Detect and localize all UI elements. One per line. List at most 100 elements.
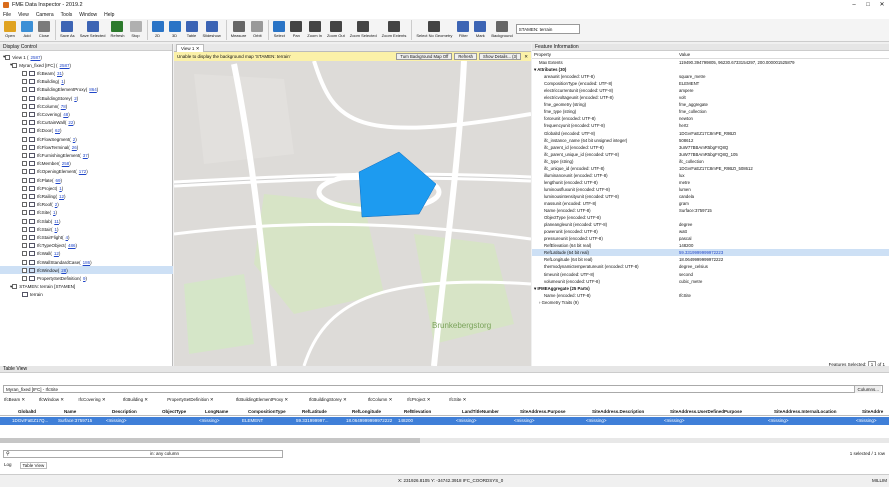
tree-item-ifcstairflight[interactable]: IfcStairFlight (4) <box>0 233 173 241</box>
feature-property-row[interactable]: luminousfluxunit (encoded: UTF-8) lumen <box>532 186 889 193</box>
column-header[interactable]: CompositionType <box>248 407 286 416</box>
close-tab-icon[interactable]: ✕ <box>283 397 288 402</box>
feature-property-row[interactable]: massunit (encoded: UTF-8) gram <box>532 200 889 207</box>
feature-type-checkbox[interactable] <box>22 87 27 93</box>
feature-type-checkbox[interactable] <box>22 267 27 273</box>
tree-item-ifcbuildingelementproxy[interactable]: IfcBuildingElementProxy (864) <box>0 86 173 94</box>
tree-item-ifcroof[interactable]: IfcRoof (2) <box>0 201 173 209</box>
feature-count-link[interactable]: 186 <box>83 260 91 265</box>
save-as-button[interactable]: Save As <box>58 19 77 38</box>
tree-item-ifcstair[interactable]: IfcStair (1) <box>0 225 173 233</box>
close-tab-icon[interactable]: ✕ <box>426 397 431 402</box>
feature-type-checkbox[interactable] <box>22 169 27 175</box>
table-tab-propertysetdefinition[interactable]: PropertySetDefinition ✕ <box>167 396 213 404</box>
maximize-button[interactable]: □ <box>861 0 875 10</box>
close-warning-icon[interactable]: ✕ <box>524 54 528 60</box>
feature-type-checkbox[interactable] <box>22 161 27 167</box>
columns-button[interactable]: Columns... <box>854 386 881 393</box>
view-count-link[interactable]: 2587 <box>30 55 40 60</box>
menu-window[interactable]: Window <box>79 12 97 18</box>
measure-button[interactable]: Measure <box>229 19 249 38</box>
feature-property-row[interactable]: powerunit (encoded: UTF-8) watt <box>532 228 889 235</box>
feature-property-row[interactable]: RefElevation (64 bit real) 148200 <box>532 242 889 249</box>
feature-type-checkbox[interactable] <box>22 243 27 249</box>
tree-item-ifcdoor[interactable]: IfcDoor (62) <box>0 127 173 135</box>
view-checkbox[interactable] <box>5 54 11 60</box>
feature-type-checkbox[interactable] <box>22 226 27 232</box>
feature-type-checkbox[interactable] <box>22 251 27 257</box>
slideshow-button[interactable]: Slideshow <box>201 19 223 38</box>
feature-count-link[interactable]: 486 <box>68 243 76 248</box>
table-tab-ifcwindow[interactable]: IfcWindow ✕ <box>39 396 64 404</box>
feature-property-row[interactable]: luminousintensityunit (encoded: UTF-8) ca… <box>532 193 889 200</box>
menu-camera[interactable]: Camera <box>36 12 54 18</box>
feature-property-row[interactable]: planeangleunit (encoded: UTF-8) degree <box>532 221 889 228</box>
table-tab-ifcsite[interactable]: IfcSite ✕ <box>449 396 466 404</box>
feature-type-checkbox[interactable] <box>22 111 27 117</box>
column-header[interactable]: LandTitleNumber <box>462 407 499 416</box>
feature-property-row[interactable]: ifc_parent_id (encoded: UTF-8) 3uW77BBAmR… <box>532 144 889 151</box>
menu-view[interactable]: View <box>18 12 29 18</box>
map-view[interactable]: View 1 ✕ Brunkebergstorg <box>174 44 531 366</box>
tree-item-ifcwindow[interactable]: IfcWindow (28) <box>0 266 173 275</box>
tree-item-ifcslab[interactable]: IfcSlab (11) <box>0 217 173 225</box>
feature-type-checkbox[interactable] <box>22 120 27 126</box>
feature-count-link[interactable]: 864 <box>89 87 97 92</box>
status-units[interactable]: MILLIM <box>872 475 887 487</box>
close-button[interactable]: Close <box>36 19 52 38</box>
feature-type-checkbox[interactable] <box>22 210 27 216</box>
table-tab-ifccolumn[interactable]: IfcColumn ✕ <box>368 396 393 404</box>
dataset-checkbox[interactable] <box>12 62 18 68</box>
tree-item-ifcflowterminal[interactable]: IfcFlowTerminal (26) <box>0 143 173 151</box>
dataset-count-link[interactable]: 2587 <box>60 63 70 68</box>
feature-property-row[interactable]: electricvoltageunit (encoded: UTF-8) volt <box>532 94 889 101</box>
column-header[interactable]: SiteAddre <box>862 407 883 416</box>
open-button[interactable]: Open <box>2 19 18 38</box>
feature-property-row[interactable]: Name (encoded: UTF-8) Surface:3759715 <box>532 207 889 214</box>
tree-item-ifcrailing[interactable]: IfcRailing (12) <box>0 192 173 200</box>
tree-terrain[interactable]: terrain <box>0 291 173 299</box>
feature-property-row[interactable]: volumeunit (encoded: UTF-8) cubic_metre <box>532 278 889 285</box>
tree-item-ifccurtainwall[interactable]: IfcCurtainWall (22) <box>0 119 173 127</box>
column-header[interactable]: LongName <box>205 407 228 416</box>
column-header[interactable]: GlobalId <box>18 407 36 416</box>
table-scrollbar[interactable] <box>0 438 889 443</box>
tree-item-ifccovering[interactable]: IfcCovering (48) <box>0 110 173 118</box>
feature-property-row[interactable]: pressureunit (encoded: UTF-8) pascal <box>532 235 889 242</box>
feature-property-row[interactable]: fme_type (string) fme_collection <box>532 108 889 115</box>
mark-button[interactable]: Mark <box>472 19 488 38</box>
feature-property-row[interactable]: forceunit (encoded: UTF-8) newton <box>532 115 889 122</box>
zoom-in-button[interactable]: Zoom In <box>305 19 324 38</box>
tree-item-ifctypeobject[interactable]: IfcTypeObject (486) <box>0 242 173 250</box>
table-tab-ifcbuildingelementproxy[interactable]: IfcBuildingElementProxy ✕ <box>236 396 289 404</box>
menu-file[interactable]: File <box>3 12 11 18</box>
close-tab-icon[interactable]: ✕ <box>20 397 25 402</box>
tab-table-view[interactable]: Table View <box>19 462 48 469</box>
select-button[interactable]: Select <box>271 19 287 38</box>
tree-item-ifcflowsegment[interactable]: IfcFlowSegment (2) <box>0 135 173 143</box>
feature-type-checkbox[interactable] <box>22 259 27 265</box>
column-header[interactable]: Description <box>112 407 137 416</box>
column-header[interactable]: Name <box>64 407 76 416</box>
feature-property-row[interactable]: frequencyunit (encoded: UTF-8) hertz <box>532 122 889 129</box>
feature-property-row[interactable]: fme_geometry (string) fme_aggregate <box>532 101 889 108</box>
table-tab-ifcproject[interactable]: IfcProject ✕ <box>407 396 430 404</box>
background-map-combo[interactable]: STAMEN: terrain <box>515 24 580 34</box>
feature-property-row[interactable]: ▾ IFMEAggregate (25 Parts) <box>532 285 889 292</box>
tree-item-ifcbuilding[interactable]: IfcBuilding (1) <box>0 78 173 86</box>
column-header[interactable]: ObjectType <box>162 407 186 416</box>
column-header[interactable]: RefElevation <box>404 407 431 416</box>
feature-type-checkbox[interactable] <box>22 202 27 208</box>
feature-property-row[interactable]: timeunit (encoded: UTF-8) second <box>532 271 889 278</box>
tree-item-ifcopeningelement[interactable]: IfcOpeningElement (172) <box>0 168 173 176</box>
feature-property-row[interactable]: illuminanceunit (encoded: UTF-8) lux <box>532 172 889 179</box>
feature-type-checkbox[interactable] <box>22 144 27 150</box>
feature-property-row[interactable]: RefLatitude (64 bit real) 59.331999999997… <box>532 249 889 257</box>
column-header[interactable]: SiteAddress.Purpose <box>520 407 566 416</box>
feature-type-checkbox[interactable] <box>22 128 27 134</box>
tree-item-ifcwall[interactable]: IfcWall (12) <box>0 250 173 258</box>
filter-button[interactable]: Filter <box>455 19 471 38</box>
column-header[interactable]: SiteAddress.UserDefinedPurpose <box>670 407 742 416</box>
stop-button[interactable]: Stop <box>128 19 144 38</box>
tree-item-ifcfurnishingelement[interactable]: IfcFurnishingElement (37) <box>0 151 173 159</box>
